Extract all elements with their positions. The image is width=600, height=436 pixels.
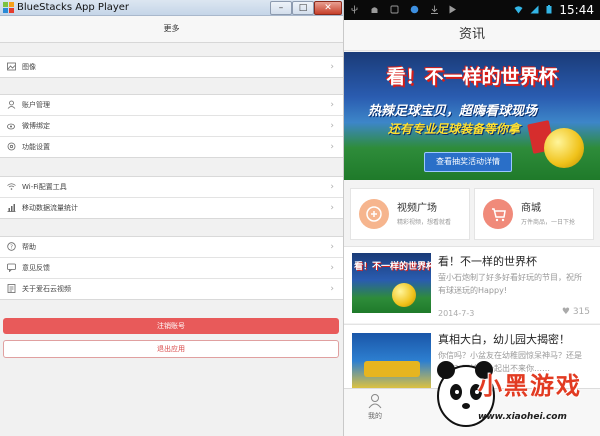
settings-icon [7, 142, 16, 151]
menu-item-wifi[interactable]: Wi-Fi配置工具 › [0, 177, 343, 198]
watermark-url: www.xiaohei.com [478, 412, 567, 422]
thumbnail-caption: 看！不一样的世界杯 [354, 262, 431, 272]
title-bar[interactable]: BlueStacks App Player – □ ✕ [0, 0, 343, 16]
like-number: 315 [572, 307, 590, 317]
bluestacks-logo-icon [3, 2, 14, 13]
chevron-right-icon: › [330, 203, 334, 213]
svg-text:?: ? [10, 245, 13, 251]
like-count[interactable]: ♥ 315 [562, 307, 590, 317]
tile-subtitle: 精彩视频，想看就看 [397, 219, 452, 226]
logout-button[interactable]: 注销账号 [3, 318, 339, 334]
settings-group-account: 账户管理 › 微博绑定 › 功能设置 › [0, 94, 343, 158]
banner-line-1: 热辣足球宝贝，超嗨看球现场 [368, 104, 538, 119]
lottery-details-button[interactable]: 查看抽奖活动详情 [424, 152, 512, 172]
menu-item-label: 账户管理 [22, 101, 50, 109]
chart-icon [7, 204, 16, 212]
menu-item-label: 意见反馈 [22, 264, 50, 272]
image-icon [7, 62, 16, 71]
window-title: BlueStacks App Player [17, 2, 130, 13]
tile-title: 商城 [521, 203, 541, 214]
menu-item-label: 关于爱石云视频 [22, 285, 71, 293]
maximize-button[interactable]: □ [292, 1, 314, 15]
coin-graphic [544, 128, 584, 168]
tile-video-square[interactable]: 视频广场 精彩视频，想看就看 [350, 188, 470, 240]
menu-item-label: 图像 [22, 63, 36, 71]
menu-item-settings[interactable]: 功能设置 › [0, 137, 343, 157]
feature-tiles: 视频广场 精彩视频，想看就看 商城 万件商品，一日下抢 [344, 180, 600, 246]
chevron-right-icon: › [330, 242, 334, 252]
minimize-button[interactable]: – [270, 1, 292, 15]
heart-icon: ♥ [561, 307, 570, 317]
menu-item-weibo[interactable]: 微博绑定 › [0, 116, 343, 137]
person-icon [368, 394, 382, 409]
news-title: 看！不一样的世界杯 [438, 255, 537, 268]
chevron-right-icon: › [330, 263, 334, 273]
play-store-icon [449, 5, 456, 14]
feedback-icon [7, 263, 16, 272]
video-icon [359, 199, 389, 229]
chevron-right-icon: › [330, 284, 334, 294]
chevron-right-icon: › [330, 142, 334, 152]
menu-item-label: Wi-Fi配置工具 [22, 183, 67, 191]
tile-mall[interactable]: 商城 万件商品，一日下抢 [474, 188, 594, 240]
bluestacks-window: BlueStacks App Player – □ ✕ 更多 图像 › 账户管理… [0, 0, 344, 436]
news-thumbnail [352, 333, 431, 389]
news-item[interactable]: 看！不一样的世界杯 看！不一样的世界杯 萤小石炮制了好多好看好玩的节目，祝所有球… [344, 246, 600, 323]
menu-item-about[interactable]: 关于爱石云视频 › [0, 279, 343, 299]
battery-icon [546, 5, 552, 14]
tile-title: 视频广场 [397, 203, 437, 214]
tile-subtitle: 万件商品，一日下抢 [521, 219, 576, 226]
watermark-logo-text: 小黑游戏 [478, 372, 582, 400]
weibo-icon [7, 123, 15, 130]
menu-item-image[interactable]: 图像 › [0, 57, 343, 77]
chevron-right-icon: › [330, 182, 334, 192]
menu-item-label: 移动数据流量统计 [22, 204, 78, 212]
settings-group-network: Wi-Fi配置工具 › 移动数据流量统计 › [0, 176, 343, 219]
app-page-title: 资讯 [344, 20, 600, 51]
close-button[interactable]: ✕ [314, 1, 342, 15]
cell-signal-icon [530, 5, 539, 14]
usb-icon [351, 5, 358, 14]
download-icon [431, 5, 438, 14]
menu-item-label: 微博绑定 [22, 122, 50, 130]
menu-item-label: 功能设置 [22, 143, 50, 151]
promo-banner[interactable]: 看！不一样的世界杯 热辣足球宝贝，超嗨看球现场 还有专业足球装备等你拿 查看抽奖… [344, 52, 600, 180]
android-debug-icon [371, 7, 378, 13]
menu-item-label: 帮助 [22, 243, 36, 251]
settings-group-display: 图像 › [0, 56, 343, 78]
exit-app-button[interactable]: 退出应用 [3, 340, 339, 358]
chevron-right-icon: › [330, 121, 334, 131]
banner-line-2: 还有专业足球装备等你拿 [388, 122, 521, 136]
news-description: 萤小石炮制了好多好看好玩的节目，祝所有球迷玩的Happy! [438, 273, 582, 295]
user-icon [7, 100, 16, 109]
notification-icon [390, 5, 399, 14]
page-title: 更多 [0, 16, 343, 43]
news-thumbnail: 看！不一样的世界杯 [352, 253, 431, 313]
globe-icon [410, 5, 419, 14]
chevron-right-icon: › [330, 100, 334, 110]
nav-item-mine[interactable]: 我的 [350, 393, 400, 421]
settings-group-about: ? 帮助 › 意见反馈 › 关于爱石云视频 › [0, 236, 343, 300]
news-date: 2014-7-3 [438, 309, 475, 318]
wifi-signal-icon [514, 6, 523, 14]
info-icon [7, 284, 16, 293]
menu-item-account[interactable]: 账户管理 › [0, 95, 343, 116]
help-icon: ? [7, 242, 16, 251]
status-bar: 15:44 [344, 0, 600, 20]
wifi-icon [7, 183, 16, 190]
status-time: 15:44 [559, 3, 594, 17]
chevron-right-icon: › [330, 62, 334, 72]
cart-icon [483, 199, 513, 229]
banner-headline: 看！不一样的世界杯 [386, 66, 558, 88]
menu-item-feedback[interactable]: 意见反馈 › [0, 258, 343, 279]
menu-item-data-usage[interactable]: 移动数据流量统计 › [0, 198, 343, 218]
news-title: 真相大白，幼儿园大揭密！ [438, 333, 570, 346]
menu-item-help[interactable]: ? 帮助 › [0, 237, 343, 258]
nav-label: 我的 [368, 412, 382, 420]
